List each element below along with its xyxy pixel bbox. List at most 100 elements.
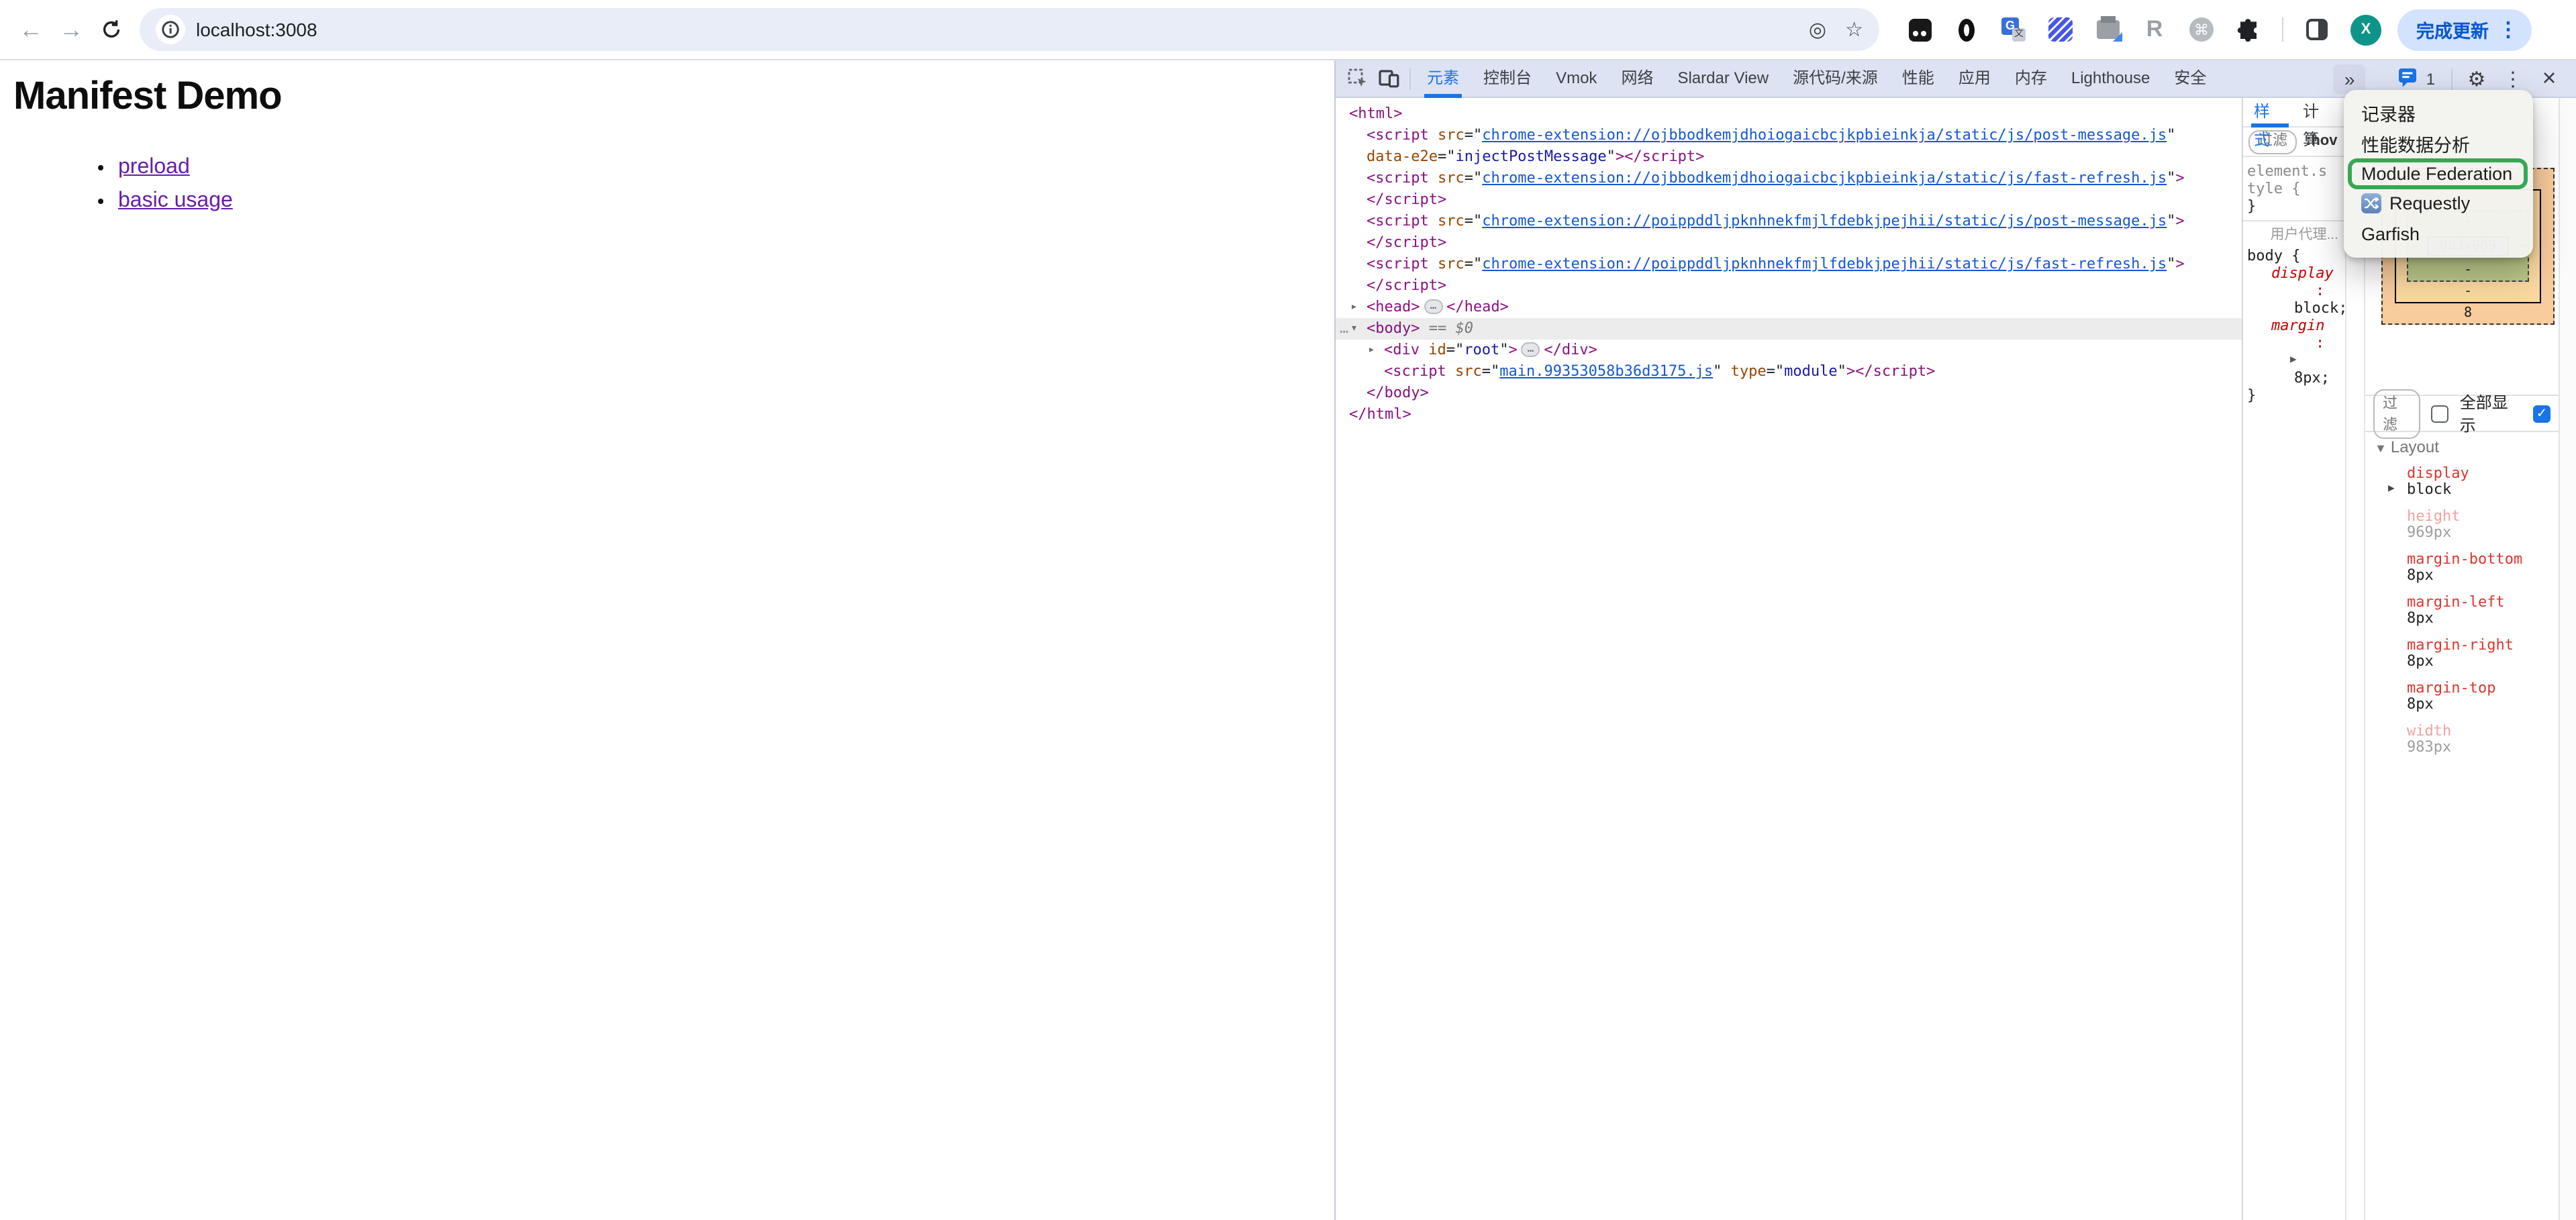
- computed-filter-input[interactable]: 过滤: [2373, 389, 2421, 438]
- menu-item-记录器[interactable]: 记录器: [2344, 98, 2533, 128]
- collapsed-content-ellipsis[interactable]: …: [1424, 299, 1443, 313]
- basic-usage-link[interactable]: basic usage: [118, 189, 233, 212]
- css-rule-text: }: [2246, 387, 2345, 404]
- expand-arrow-icon[interactable]: ▶: [2388, 480, 2395, 497]
- dom-node-line[interactable]: </script>: [1336, 232, 2242, 254]
- computed-property: height969px: [2375, 509, 2555, 541]
- dom-node-line[interactable]: </script>: [1336, 189, 2242, 211]
- margin-bottom-value: 8: [2395, 303, 2541, 323]
- issues-button[interactable]: 1: [2391, 68, 2443, 89]
- browser-menu-kebab-icon[interactable]: ⋮: [2498, 17, 2518, 42]
- close-devtools-icon[interactable]: ×: [2533, 62, 2565, 95]
- webpage-viewport: Manifest Demo preload basic usage: [0, 60, 1336, 1220]
- browser-toolbar: ← → localhost:3008 ◎ ☆ G文 R ⌘: [0, 0, 2576, 60]
- devtools-tab[interactable]: 元素: [1415, 60, 1471, 97]
- shuffle-icon: [2361, 194, 2381, 214]
- css-rule-text: :: [2246, 334, 2345, 352]
- tabbar-divider: [1409, 68, 1411, 89]
- pane-splitter[interactable]: [2345, 98, 2365, 1220]
- computed-property: margin-bottom8px: [2375, 552, 2555, 584]
- devtools-tab[interactable]: 安全: [2162, 60, 2218, 97]
- link-list: preload basic usage: [13, 156, 1334, 213]
- devtools-tab[interactable]: 应用: [1946, 60, 2003, 97]
- devtools-tabs: 元素控制台Vmok网络Slardar View源代码/来源性能应用内存Light…: [1415, 60, 2218, 97]
- computed-filter-row: 过滤 全部显示 ✓: [2365, 395, 2559, 432]
- dom-node-line[interactable]: </body>: [1336, 383, 2242, 404]
- user-agent-stylesheet-label: 用户代理...: [2243, 221, 2345, 246]
- css-property-name: margin: [2246, 317, 2345, 334]
- devtools-tab[interactable]: 网络: [1609, 60, 1665, 97]
- css-rule-text: block;: [2246, 299, 2345, 317]
- computed-property: ▶displayblock: [2375, 466, 2555, 498]
- show-all-checkbox[interactable]: [2432, 405, 2449, 422]
- issues-count: 1: [2426, 69, 2435, 88]
- extension-icon-r[interactable]: R: [2141, 16, 2168, 43]
- reload-icon[interactable]: [91, 9, 132, 50]
- devtools-tab[interactable]: Slardar View: [1665, 60, 1781, 97]
- update-chrome-button[interactable]: 完成更新 ⋮: [2397, 9, 2532, 50]
- css-rule-text: body {: [2246, 247, 2345, 264]
- devtools-tab[interactable]: 性能: [1890, 60, 1946, 97]
- address-bar[interactable]: localhost:3008 ◎ ☆: [140, 8, 1879, 51]
- toolbar-divider: [2282, 17, 2283, 42]
- dom-node-line[interactable]: <script src="chrome-extension://ojbbodke…: [1336, 168, 2242, 189]
- extension-icon-printer[interactable]: [2094, 16, 2121, 43]
- menu-item-garfish[interactable]: Garfish: [2344, 219, 2533, 249]
- extension-icon-oval[interactable]: [1953, 16, 1980, 43]
- dom-node-line[interactable]: </html>: [1336, 404, 2242, 425]
- devtools-tab[interactable]: 内存: [2003, 60, 2059, 97]
- preview-icon[interactable]: ◎: [1809, 17, 1826, 42]
- devtools-tab[interactable]: Vmok: [1544, 60, 1609, 97]
- tab-styles[interactable]: 样式: [2254, 98, 2285, 127]
- device-toolbar-icon[interactable]: [1373, 62, 1405, 95]
- expand-arrow-icon[interactable]: ▸: [1350, 297, 1358, 318]
- extension-icon-dots[interactable]: [1906, 16, 1933, 43]
- dom-node-line[interactable]: data-e2e="injectPostMessage"></script>: [1336, 146, 2242, 168]
- expand-arrow-icon[interactable]: ▸: [1368, 340, 1375, 361]
- back-icon[interactable]: ←: [11, 9, 51, 50]
- computed-property: margin-left8px: [2375, 595, 2555, 627]
- more-tabs-button[interactable]: »: [2334, 64, 2366, 93]
- dom-node-line[interactable]: ▸<div id="root">…</div>: [1336, 340, 2242, 361]
- layout-section-header[interactable]: ▼Layout: [2375, 438, 2555, 456]
- preload-link[interactable]: preload: [118, 156, 190, 179]
- list-item: preload: [118, 156, 1334, 180]
- page-title: Manifest Demo: [13, 75, 1334, 119]
- dom-node-line[interactable]: <html>: [1336, 103, 2242, 125]
- url-text[interactable]: localhost:3008: [196, 19, 1809, 40]
- collapse-arrow-icon[interactable]: ▾: [1350, 318, 1358, 340]
- css-rule-text: 8px;: [2246, 369, 2345, 387]
- bookmark-star-icon[interactable]: ☆: [1845, 17, 1863, 42]
- dom-node-line[interactable]: <script src="main.99353058b36d3175.js" t…: [1336, 361, 2242, 383]
- extensions-puzzle-icon[interactable]: [2235, 16, 2262, 43]
- forward-icon[interactable]: →: [51, 9, 91, 50]
- dom-node-line[interactable]: <script src="chrome-extension://poippddl…: [1336, 211, 2242, 232]
- dom-node-line[interactable]: <script src="chrome-extension://poippddl…: [1336, 254, 2242, 275]
- devtools-tab[interactable]: 源代码/来源: [1781, 60, 1890, 97]
- devtools-tab[interactable]: Lighthouse: [2059, 60, 2162, 97]
- dom-node-line[interactable]: ▸<head>…</head>: [1336, 297, 2242, 318]
- inspect-element-icon[interactable]: [1341, 62, 1373, 95]
- dom-node-line[interactable]: …▾<body> == $0: [1336, 318, 2242, 340]
- devtools-panel: 元素控制台Vmok网络Slardar View源代码/来源性能应用内存Light…: [1336, 60, 2576, 1220]
- tab-computed[interactable]: 计算: [2303, 98, 2334, 127]
- scrollbar-track[interactable]: [2559, 98, 2576, 1220]
- node-options-dots-icon[interactable]: …: [1340, 318, 1350, 340]
- devtools-tab[interactable]: 控制台: [1471, 60, 1544, 97]
- side-panel-icon[interactable]: [2303, 16, 2330, 43]
- site-info-icon[interactable]: [156, 15, 185, 44]
- element-style-rule[interactable]: element.s tyle { }: [2243, 157, 2345, 221]
- dom-node-line[interactable]: </script>: [1336, 275, 2242, 297]
- menu-item-module-federation[interactable]: Module Federation: [2344, 158, 2533, 189]
- menu-item-requestly[interactable]: Requestly: [2344, 189, 2533, 219]
- extension-icon-stripes[interactable]: [2047, 16, 2074, 43]
- extension-icon-clover[interactable]: ⌘: [2188, 16, 2215, 43]
- collapsed-content-ellipsis[interactable]: …: [1522, 342, 1540, 356]
- group-checkbox[interactable]: ✓: [2533, 405, 2550, 422]
- menu-item-性能数据分析[interactable]: 性能数据分析: [2344, 128, 2533, 158]
- body-style-rule[interactable]: body {display:block;margin:▶8px;}: [2243, 246, 2345, 404]
- translate-icon[interactable]: G文: [2000, 16, 2027, 43]
- avatar[interactable]: X: [2350, 14, 2381, 45]
- dom-node-line[interactable]: <script src="chrome-extension://ojbbodke…: [1336, 125, 2242, 146]
- padding-bottom-value: -: [2416, 260, 2520, 281]
